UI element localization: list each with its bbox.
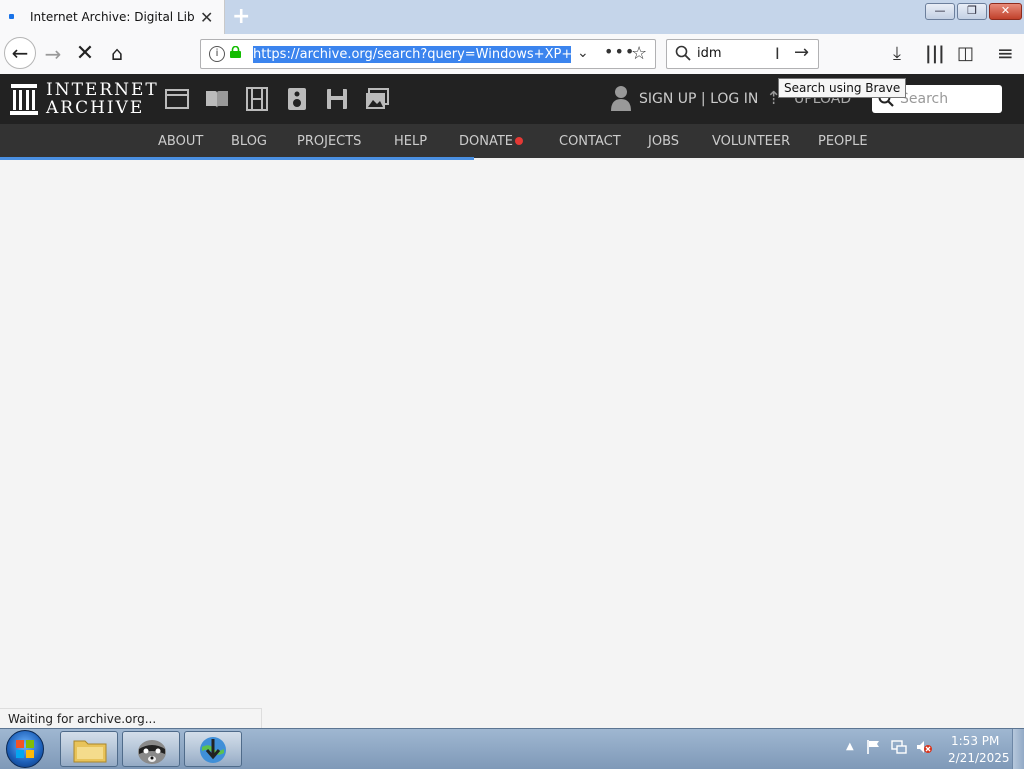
search-go-arrow-icon[interactable]: → xyxy=(794,42,809,63)
back-arrow-icon[interactable]: ← xyxy=(4,37,36,69)
library-icon[interactable]: ||| xyxy=(925,43,945,64)
tab-loading-icon xyxy=(9,14,14,19)
raccoon-app-taskbar-button[interactable] xyxy=(122,731,180,767)
audio-speaker-icon[interactable] xyxy=(285,87,309,111)
logo-line-2: ARCHIVE xyxy=(46,98,145,118)
nav-volunteer[interactable]: VOLUNTEER xyxy=(712,134,790,149)
nav-about[interactable]: ABOUT xyxy=(158,134,203,149)
signup-login-link[interactable]: SIGN UP | LOG IN xyxy=(639,91,758,107)
url-bar[interactable]: i https://archive.org/search?query=Windo… xyxy=(200,39,656,69)
status-bar: Waiting for archive.org... xyxy=(0,708,262,728)
folder-icon xyxy=(73,740,107,763)
site-logo[interactable]: INTERNET ARCHIVE xyxy=(46,81,159,117)
volume-muted-icon[interactable] xyxy=(916,739,932,755)
forward-arrow-icon[interactable]: → xyxy=(38,39,68,69)
tab-close-icon[interactable]: ✕ xyxy=(200,8,213,27)
tab-title: Internet Archive: Digital Library xyxy=(30,10,195,24)
nav-help[interactable]: HELP xyxy=(394,134,427,149)
software-floppy-icon[interactable] xyxy=(325,87,349,111)
downloads-icon[interactable]: ⤓ xyxy=(893,43,901,64)
window-restore-button[interactable]: ❐ xyxy=(957,3,987,20)
tray-expand-icon[interactable]: ▲ xyxy=(846,741,854,752)
tab-strip: Internet Archive: Digital Library ✕ + — … xyxy=(0,0,1024,35)
sidebar-icon[interactable]: ◫ xyxy=(957,43,974,64)
images-icon[interactable] xyxy=(365,87,389,111)
browser-search-box[interactable]: idm I → xyxy=(666,39,819,69)
start-button[interactable] xyxy=(6,730,44,768)
donate-heart-icon xyxy=(515,137,523,145)
stop-icon[interactable]: ✕ xyxy=(70,39,100,69)
archive-building-icon[interactable] xyxy=(10,83,38,115)
bookmark-star-icon[interactable]: ☆ xyxy=(631,43,647,64)
site-search-placeholder: Search xyxy=(900,91,949,107)
window-minimize-button[interactable]: — xyxy=(925,3,955,20)
web-icon[interactable] xyxy=(165,87,189,111)
download-manager-taskbar-button[interactable] xyxy=(184,731,242,767)
url-text[interactable]: https://archive.org/search?query=Windows… xyxy=(253,46,571,63)
chevron-down-icon[interactable]: ⌄ xyxy=(577,45,589,61)
clock-time[interactable]: 1:53 PM xyxy=(951,734,999,748)
logo-line-1: INTERNET xyxy=(46,80,159,100)
window-close-button[interactable]: ✕ xyxy=(989,3,1022,20)
search-tooltip: Search using Brave xyxy=(778,78,907,98)
show-desktop-button[interactable] xyxy=(1012,729,1024,769)
site-nav-bar: ABOUT BLOG PROJECTS HELP DONATE CONTACT … xyxy=(0,124,1024,158)
lock-icon xyxy=(230,46,241,58)
texts-book-icon[interactable] xyxy=(205,87,229,111)
nav-blog[interactable]: BLOG xyxy=(231,134,267,149)
nav-jobs[interactable]: JOBS xyxy=(648,134,679,149)
clock-date[interactable]: 2/21/2025 xyxy=(948,751,1010,765)
page-content-area xyxy=(0,160,1024,728)
globe-download-icon xyxy=(200,737,226,763)
browser-tab[interactable]: Internet Archive: Digital Library ✕ xyxy=(0,0,225,34)
user-person-icon[interactable] xyxy=(611,85,631,111)
file-explorer-taskbar-button[interactable] xyxy=(60,731,118,767)
video-film-icon[interactable] xyxy=(245,87,269,111)
text-cursor-icon: I xyxy=(775,44,780,63)
action-center-flag-icon[interactable] xyxy=(866,739,882,755)
nav-donate[interactable]: DONATE xyxy=(459,134,513,149)
navigation-toolbar: ← → ✕ ⌂ i https://archive.org/search?que… xyxy=(0,34,1024,75)
new-tab-icon[interactable]: + xyxy=(232,4,250,29)
search-input[interactable]: idm xyxy=(697,46,722,61)
windows-logo-icon xyxy=(16,740,34,758)
nav-contact[interactable]: CONTACT xyxy=(559,134,621,149)
taskbar: ▲ 1:53 PM 2/21/2025 xyxy=(0,728,1024,769)
nav-projects[interactable]: PROJECTS xyxy=(297,134,361,149)
home-icon[interactable]: ⌂ xyxy=(102,39,132,69)
network-icon[interactable] xyxy=(891,739,907,755)
search-icon xyxy=(675,45,691,61)
info-icon[interactable]: i xyxy=(209,46,225,62)
hamburger-menu-icon[interactable]: ≡ xyxy=(997,41,1014,65)
nav-people[interactable]: PEOPLE xyxy=(818,134,868,149)
raccoon-icon xyxy=(138,740,166,764)
